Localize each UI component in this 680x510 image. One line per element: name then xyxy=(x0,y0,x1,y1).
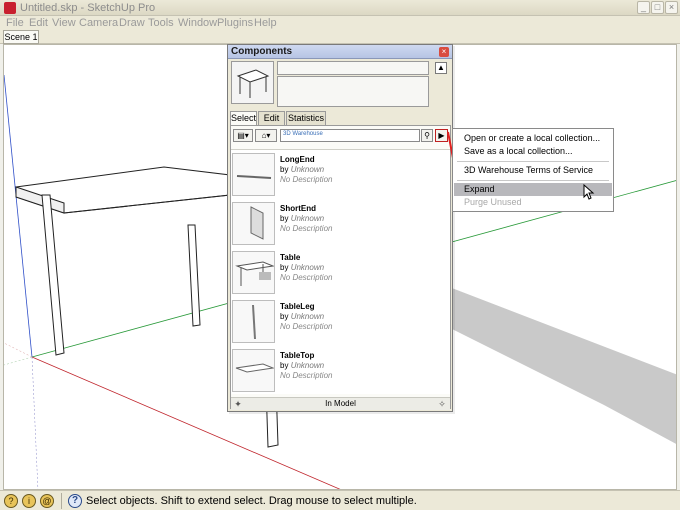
forward-arrow-icon[interactable]: ✧ xyxy=(437,399,447,409)
list-item[interactable]: LongEnd by Unknown No Description xyxy=(231,152,450,201)
menu-item-open-collection[interactable]: Open or create a local collection... xyxy=(454,132,612,145)
status-divider xyxy=(61,493,62,509)
sketchup-app-icon xyxy=(4,2,16,14)
home-icon[interactable]: ⌂▾ xyxy=(255,129,277,142)
component-description: No Description xyxy=(280,273,333,282)
component-preview xyxy=(231,61,274,104)
maximize-button[interactable]: □ xyxy=(651,1,664,14)
window-title: Untitled.skp - SketchUp Pro xyxy=(20,2,156,14)
component-name: Table xyxy=(280,253,301,262)
tab-select[interactable]: Select xyxy=(230,111,257,126)
tab-statistics[interactable]: Statistics xyxy=(286,111,326,125)
menu-edit[interactable]: Edit xyxy=(29,17,48,29)
menu-bar: File Edit View Camera Draw Tools Window … xyxy=(0,16,680,30)
component-description: No Description xyxy=(280,224,333,233)
menu-camera[interactable]: Camera xyxy=(79,17,118,29)
component-name: LongEnd xyxy=(280,155,315,164)
component-author: by Unknown xyxy=(280,165,325,174)
green-axis-neg xyxy=(4,356,33,366)
user-icon[interactable]: @ xyxy=(40,494,54,508)
list-item[interactable]: TableLeg by Unknown No Description xyxy=(231,299,450,348)
menu-item-terms[interactable]: 3D Warehouse Terms of Service xyxy=(454,164,612,177)
component-name: ShortEnd xyxy=(280,204,316,213)
view-options-icon[interactable]: ▤▾ xyxy=(233,129,253,142)
component-description: No Description xyxy=(280,175,333,184)
component-thumbnail xyxy=(232,153,275,196)
component-description: No Description xyxy=(280,371,333,380)
list-item[interactable]: ShortEnd by Unknown No Description xyxy=(231,201,450,250)
close-icon[interactable]: × xyxy=(439,47,449,57)
scene-tab[interactable]: Scene 1 xyxy=(3,30,39,44)
menu-separator xyxy=(457,180,609,181)
red-axis-neg xyxy=(4,342,33,358)
components-footer: ✦ In Model ✧ xyxy=(231,397,450,410)
menu-tools[interactable]: Tools xyxy=(148,17,174,29)
menu-help[interactable]: Help xyxy=(254,17,277,29)
credits-icon[interactable]: i xyxy=(22,494,36,508)
menu-item-save-collection[interactable]: Save as a local collection... xyxy=(454,145,612,158)
component-name: TableLeg xyxy=(280,302,315,311)
component-author: by Unknown xyxy=(280,263,325,272)
component-author: by Unknown xyxy=(280,361,325,370)
components-title: Components xyxy=(231,46,293,57)
component-thumbnail xyxy=(232,202,275,245)
geolocation-icon[interactable]: ? xyxy=(4,494,18,508)
table-leg-back xyxy=(187,224,201,327)
component-thumbnail xyxy=(232,349,275,392)
component-description-field[interactable] xyxy=(277,76,429,107)
menu-separator xyxy=(457,161,609,162)
table-preview-icon xyxy=(236,69,270,98)
table-shadow xyxy=(444,285,676,444)
details-arrow-icon[interactable]: ▲ xyxy=(435,62,447,74)
component-name-field[interactable] xyxy=(277,61,429,75)
list-item[interactable]: TableTop by Unknown No Description xyxy=(231,348,450,397)
menu-plugins[interactable]: Plugins xyxy=(217,17,253,29)
menu-draw[interactable]: Draw xyxy=(119,17,145,29)
blue-axis-neg xyxy=(31,356,39,489)
title-bar: Untitled.skp - SketchUp Pro _ □ × xyxy=(0,0,680,16)
scene-tab-bar: Scene 1 xyxy=(0,30,680,44)
list-item[interactable]: Table by Unknown No Description xyxy=(231,250,450,299)
menu-view[interactable]: View xyxy=(52,17,76,29)
component-author: by Unknown xyxy=(280,312,325,321)
components-list: LongEnd by Unknown No Description ShortE… xyxy=(231,149,450,394)
status-bar: ? i @ ? Select objects. Shift to extend … xyxy=(0,490,680,510)
search-source-label: 3D Warehouse xyxy=(283,131,323,137)
component-thumbnail xyxy=(232,251,275,294)
component-description: No Description xyxy=(280,322,333,331)
components-title-bar[interactable]: Components × xyxy=(228,45,452,59)
search-input[interactable]: 3D Warehouse xyxy=(280,129,420,142)
status-message: Select objects. Shift to extend select. … xyxy=(86,495,417,507)
component-author: by Unknown xyxy=(280,214,325,223)
blue-axis xyxy=(4,74,33,358)
mouse-cursor-icon xyxy=(583,184,595,200)
component-thumbnail xyxy=(232,300,275,343)
collection-location-label: In Model xyxy=(325,399,356,408)
menu-window[interactable]: Window xyxy=(178,17,217,29)
components-panel: Components × ▲ Select Edit Statistics ▤▾… xyxy=(227,44,453,412)
minimize-button[interactable]: _ xyxy=(637,1,650,14)
help-icon[interactable]: ? xyxy=(68,494,82,508)
close-window-button[interactable]: × xyxy=(665,1,678,14)
menu-file[interactable]: File xyxy=(6,17,24,29)
search-icon[interactable]: ⚲ xyxy=(421,129,433,142)
component-name: TableTop xyxy=(280,351,315,360)
table-leg-front-left xyxy=(41,194,65,356)
tab-edit[interactable]: Edit xyxy=(258,111,285,125)
